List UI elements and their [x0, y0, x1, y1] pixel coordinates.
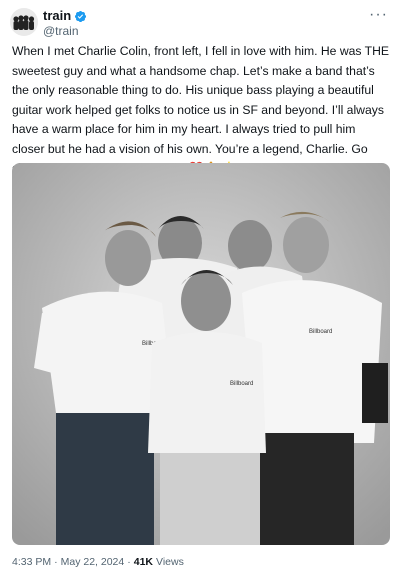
tweet-body: When I met Charlie Colin, front left, I … [12, 44, 390, 175]
tweet-time[interactable]: 4:33 PM [12, 556, 51, 568]
band-photo-illustration: Billboard Billboard Billboard [12, 163, 390, 545]
views-label: Views [156, 556, 184, 568]
band-avatar-icon[interactable] [10, 8, 38, 36]
shirt-logo-center: Billboard [230, 381, 253, 387]
author-handle[interactable]: @train [43, 24, 87, 39]
author-block: train @train [43, 8, 87, 39]
shirt-logo-right: Billboard [309, 329, 332, 335]
author-display-name[interactable]: train [43, 8, 71, 24]
more-options-icon[interactable]: ··· [369, 6, 388, 24]
band-photo[interactable]: Billboard Billboard Billboard [12, 163, 390, 545]
meta-separator: · [127, 556, 131, 568]
verified-badge-icon [75, 10, 87, 22]
tweet-text: When I met Charlie Colin, front left, I … [12, 42, 390, 179]
views-count: 41K [133, 556, 154, 568]
tweet-meta: 4:33 PM · May 22, 2024 · 41K Views [12, 556, 184, 568]
tweet-header: train @train ··· [10, 6, 390, 39]
meta-separator: · [54, 556, 58, 568]
tweet-date[interactable]: May 22, 2024 [61, 556, 125, 568]
